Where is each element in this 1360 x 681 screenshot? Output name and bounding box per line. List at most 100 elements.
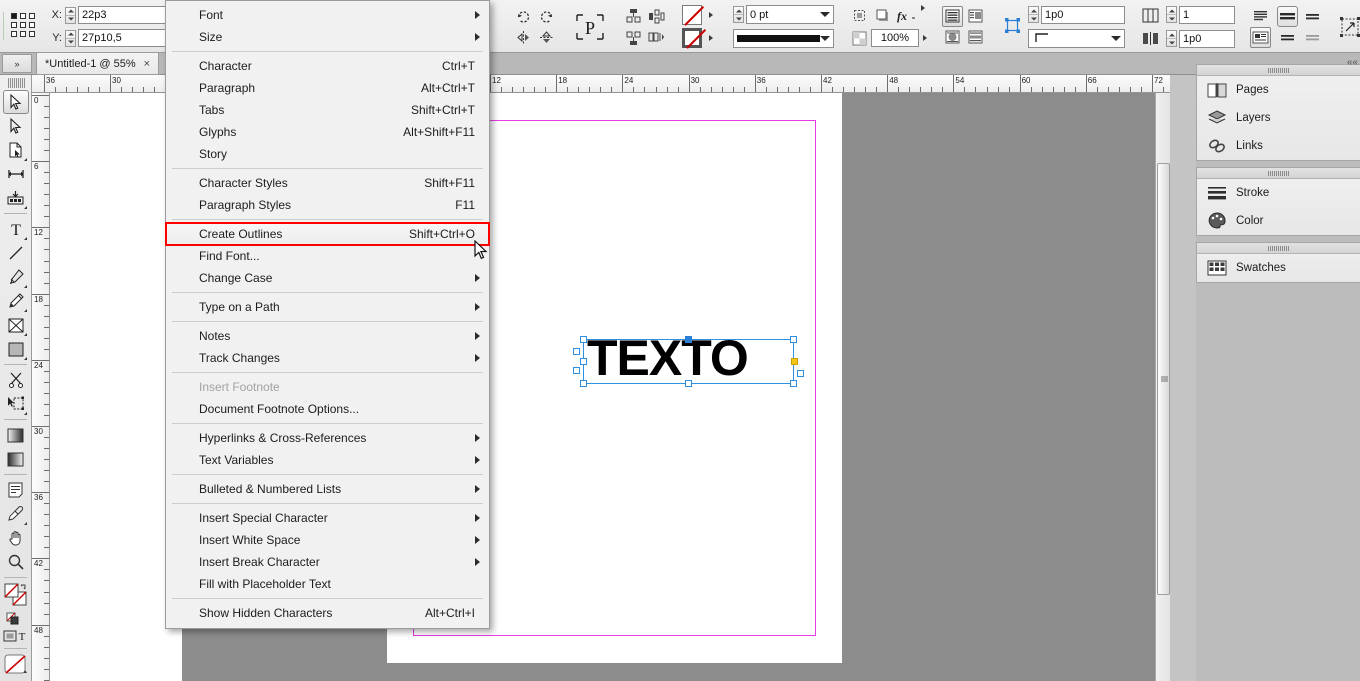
menu-item-notes[interactable]: Notes	[166, 325, 489, 347]
align-center-icon[interactable]	[1277, 27, 1298, 48]
handle-top-right[interactable]	[790, 336, 797, 343]
menu-item-glyphs[interactable]: Glyphs Alt+Shift+F11	[166, 121, 489, 143]
menu-item-insert-break-character[interactable]: Insert Break Character	[166, 551, 489, 573]
inset-stepper[interactable]	[1028, 6, 1039, 23]
vertical-scrollbar-thumb[interactable]	[1157, 163, 1170, 595]
panel-button-pages[interactable]: Pages	[1197, 76, 1360, 104]
menu-item-text-variables[interactable]: Text Variables	[166, 449, 489, 471]
align-top-icon[interactable]	[623, 6, 644, 27]
align-left-icon[interactable]	[1302, 6, 1323, 27]
opacity-field[interactable]: 100%	[871, 29, 919, 47]
panel-button-layers[interactable]: Layers	[1197, 104, 1360, 132]
auto-size-icon[interactable]	[1002, 15, 1023, 36]
menu-item-paragraph[interactable]: Paragraph Alt+Ctrl+T	[166, 77, 489, 99]
fill-menu-arrow-icon[interactable]	[709, 12, 713, 18]
distribute-spacing-icon[interactable]	[646, 27, 667, 48]
menu-item-story[interactable]: Story	[166, 143, 489, 165]
text-wrap-jump-icon[interactable]	[965, 27, 986, 48]
columns-field[interactable]: 1	[1179, 5, 1235, 24]
opacity-menu-arrow-icon[interactable]	[923, 35, 927, 41]
gutter-field[interactable]: 1p0	[1179, 29, 1235, 48]
gradient-swatch-tool[interactable]	[3, 423, 29, 447]
panel-button-swatches[interactable]: Swatches	[1197, 254, 1360, 282]
close-icon[interactable]: ×	[144, 58, 150, 70]
handle-outport[interactable]	[573, 348, 580, 355]
text-wrap-shape-icon[interactable]	[942, 27, 963, 48]
panel-button-stroke[interactable]: Stroke	[1197, 179, 1360, 207]
rotate-clockwise-icon[interactable]	[513, 6, 534, 27]
handle-corner-options[interactable]	[791, 357, 798, 365]
note-tool[interactable]	[3, 478, 29, 502]
panel-button-links[interactable]: Links	[1197, 132, 1360, 160]
menu-item-find-font[interactable]: Find Font...	[166, 245, 489, 267]
handle-bottom-left[interactable]	[580, 380, 587, 387]
menu-item-paragraph-styles[interactable]: Paragraph Styles F11	[166, 194, 489, 216]
reference-point-selector[interactable]	[11, 12, 39, 41]
menu-item-font[interactable]: Font	[166, 4, 489, 26]
pencil-tool[interactable]	[3, 289, 29, 313]
stroke-weight-stepper[interactable]	[733, 6, 744, 23]
selection-tool[interactable]	[2, 90, 29, 114]
type-tool[interactable]: T	[3, 217, 29, 241]
y-field[interactable]: 27p10,5	[78, 29, 178, 47]
stroke-swatch-icon[interactable]	[682, 28, 702, 48]
handle-bottom-center[interactable]	[684, 380, 692, 387]
inset-field[interactable]: 1p0	[1041, 5, 1125, 24]
control-bar-grip[interactable]	[3, 12, 4, 40]
selection-bounding-box[interactable]	[573, 336, 804, 387]
x-stepper[interactable]	[65, 6, 76, 24]
document-tab[interactable]: *Untitled-1 @ 55% ×	[36, 53, 160, 75]
page-tool[interactable]	[3, 138, 29, 162]
menu-item-fill-with-placeholder-text[interactable]: Fill with Placeholder Text	[166, 573, 489, 595]
menu-item-bulleted-numbered-lists[interactable]: Bulleted & Numbered Lists	[166, 478, 489, 500]
menu-item-character-styles[interactable]: Character Styles Shift+F11	[166, 172, 489, 194]
corner-shape-field[interactable]	[1028, 29, 1125, 48]
pen-tool[interactable]	[3, 265, 29, 289]
hand-tool[interactable]	[3, 526, 29, 550]
align-text-top-icon[interactable]	[1250, 6, 1271, 27]
menu-item-character[interactable]: Character Ctrl+T	[166, 55, 489, 77]
eyedropper-tool[interactable]	[3, 502, 29, 526]
panel-group-grip[interactable]	[1197, 65, 1360, 76]
content-collector-tool[interactable]	[3, 186, 29, 210]
menu-item-document-footnote-options[interactable]: Document Footnote Options...	[166, 398, 489, 420]
menu-item-insert-special-character[interactable]: Insert Special Character	[166, 507, 489, 529]
menu-item-show-hidden-characters[interactable]: Show Hidden Characters Alt+Ctrl+I	[166, 602, 489, 624]
collapse-panel-button[interactable]: »	[2, 54, 32, 73]
frame-fitting-icon[interactable]	[1339, 16, 1360, 37]
frame-tool[interactable]	[3, 313, 29, 337]
stroke-style-field[interactable]	[733, 29, 834, 48]
gradient-feather-tool[interactable]	[3, 447, 29, 471]
panel-button-color[interactable]: Color	[1197, 207, 1360, 235]
handle-top-center[interactable]	[684, 336, 692, 343]
handle-right-upper[interactable]	[797, 370, 804, 377]
frame-fitting-options-icon[interactable]	[849, 5, 870, 26]
align-text-bottom-icon[interactable]	[1250, 26, 1271, 48]
effects-menu-arrow-icon[interactable]	[921, 4, 925, 11]
menu-item-size[interactable]: Size	[166, 26, 489, 48]
zoom-tool[interactable]	[3, 550, 29, 574]
stroke-menu-arrow-icon[interactable]	[709, 35, 713, 41]
handle-bottom-right[interactable]	[790, 380, 797, 387]
menu-item-change-case[interactable]: Change Case	[166, 267, 489, 289]
text-wrap-bounding-box-icon[interactable]	[965, 6, 986, 27]
distribute-icon[interactable]	[646, 6, 667, 27]
align-right-icon[interactable]	[1302, 27, 1323, 48]
free-transform-tool[interactable]	[3, 392, 29, 416]
fill-swatch-icon[interactable]	[682, 5, 702, 25]
y-stepper[interactable]	[65, 29, 76, 47]
fill-stroke-proxy[interactable]	[3, 581, 29, 611]
direct-selection-tool[interactable]	[3, 114, 29, 138]
x-field[interactable]: 22p3	[78, 6, 178, 24]
flip-horizontal-icon[interactable]	[513, 27, 534, 48]
handle-middle-left[interactable]	[580, 357, 587, 365]
tools-panel-grip[interactable]	[6, 78, 25, 88]
text-wrap-none-icon[interactable]	[942, 5, 963, 27]
type-menu[interactable]: Font Size Character Ctrl+T Paragraph Alt+Ctrl…	[165, 0, 490, 629]
vertical-ruler[interactable]: 06121824303642485460	[32, 93, 50, 681]
rotate-counterclockwise-icon[interactable]	[536, 6, 557, 27]
menu-item-create-outlines[interactable]: Create Outlines Shift+Ctrl+O	[165, 222, 490, 246]
effects-icon[interactable]: fx	[895, 5, 916, 26]
rectangle-tool[interactable]	[3, 337, 29, 361]
scissors-tool[interactable]	[3, 368, 29, 392]
